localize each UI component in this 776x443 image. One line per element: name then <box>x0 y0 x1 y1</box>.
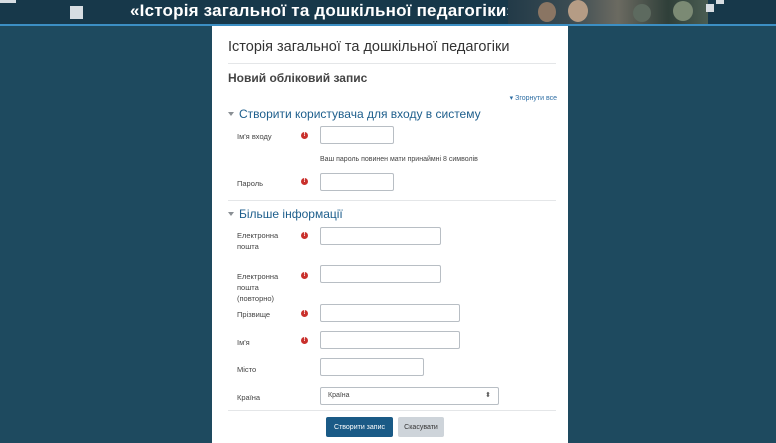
site-title: Історія загальної та дошкільної педагогі… <box>228 39 510 55</box>
banner-photo <box>508 0 708 26</box>
banner-decor <box>0 0 16 3</box>
caret-down-icon <box>228 211 234 216</box>
caret-down-icon <box>228 111 234 116</box>
section-more-header[interactable]: Більше інформації <box>228 207 343 221</box>
email-label: Електронна пошта <box>237 231 279 251</box>
create-account-button[interactable]: Створити запис <box>326 417 393 437</box>
page-title: Новий обліковий запис <box>228 71 368 85</box>
email-input[interactable] <box>320 227 441 245</box>
collapse-all-link[interactable]: ▾ Згорнути все <box>510 94 557 102</box>
username-label: Ім'я входу <box>237 132 272 141</box>
signup-panel: Історія загальної та дошкільної педагогі… <box>212 26 568 443</box>
country-label: Країна <box>237 393 261 402</box>
section-more-title: Більше інформації <box>239 207 343 221</box>
lastname-label: Прізвище <box>237 310 271 319</box>
city-label: Місто <box>237 365 257 374</box>
banner-decor-square <box>70 6 83 19</box>
section-login-title: Створити користувача для входу в систему <box>239 107 481 121</box>
section-login-header[interactable]: Створити користувача для входу в систему <box>228 107 481 121</box>
username-input[interactable] <box>320 126 394 144</box>
cancel-button[interactable]: Скасувати <box>398 417 444 437</box>
required-icon: ! <box>301 337 308 344</box>
required-icon: ! <box>301 178 308 185</box>
email2-label: Електронна пошта (повторно) <box>237 272 279 303</box>
banner-decor-square <box>716 0 724 4</box>
required-icon: ! <box>301 132 308 139</box>
required-icon: ! <box>301 310 308 317</box>
required-icon: ! <box>301 232 308 239</box>
lastname-input[interactable] <box>320 304 460 322</box>
firstname-input[interactable] <box>320 331 460 349</box>
password-label: Пароль <box>237 179 264 188</box>
divider <box>228 200 556 201</box>
password-input[interactable] <box>320 173 394 191</box>
divider <box>228 63 556 64</box>
firstname-label: Ім'я <box>237 338 250 347</box>
country-select-value: Країна <box>328 392 350 399</box>
banner-decor-square <box>706 4 714 12</box>
city-input[interactable] <box>320 358 424 376</box>
divider <box>228 410 556 411</box>
site-banner: «Історія загальної та дошкільної педагог… <box>0 0 776 26</box>
caret-down-icon: ▾ <box>509 95 514 102</box>
email2-input[interactable] <box>320 265 441 283</box>
required-icon: ! <box>301 272 308 279</box>
password-hint: Ваш пароль повинен мати принаймні 8 симв… <box>320 156 478 163</box>
up-down-arrows-icon: ⬍ <box>485 392 491 399</box>
banner-title: «Історія загальної та дошкільної педагог… <box>130 1 517 20</box>
country-select[interactable]: Країна ⬍ <box>320 387 499 405</box>
